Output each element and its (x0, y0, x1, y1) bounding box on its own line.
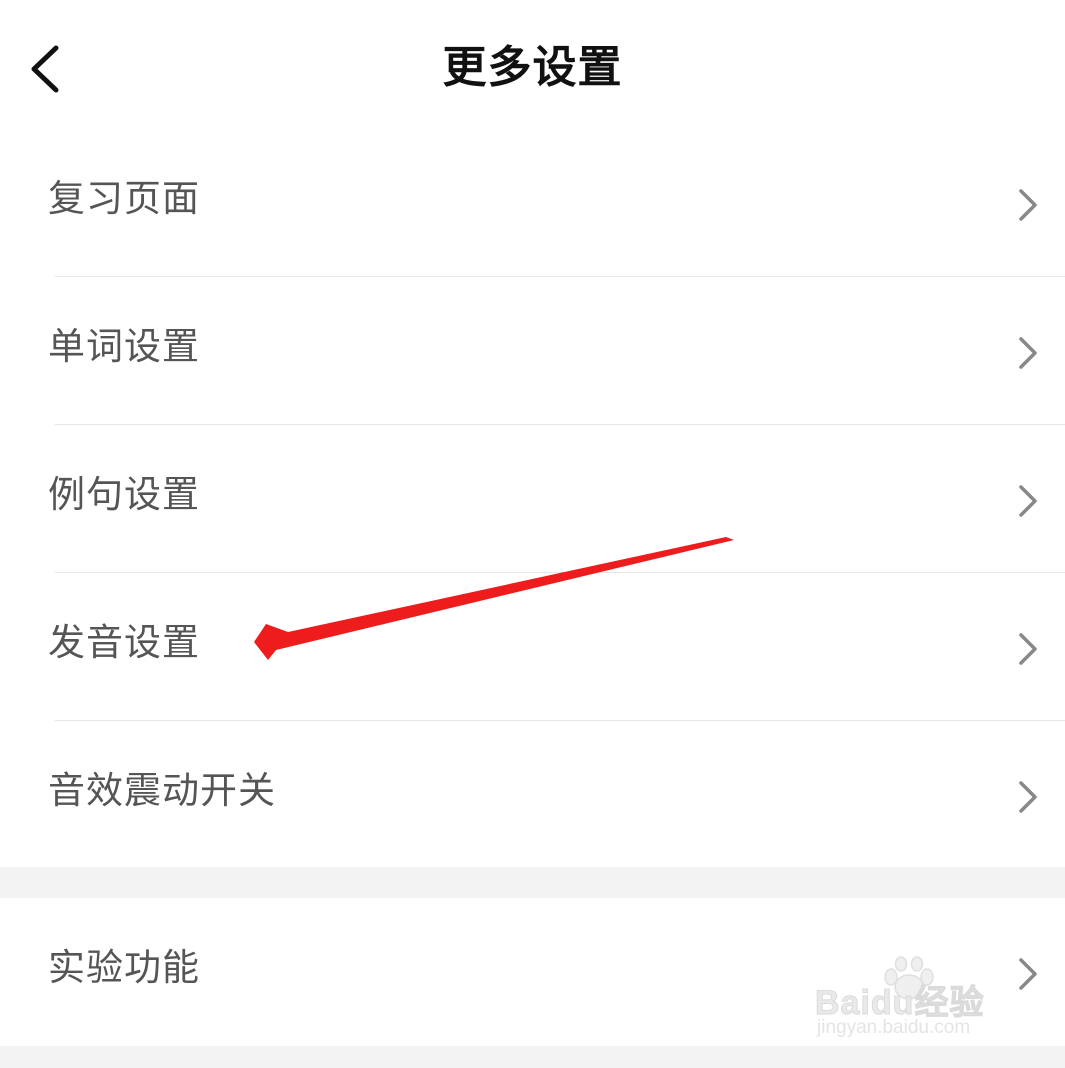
settings-group-experimental: 实验功能 (0, 898, 1065, 1046)
settings-item-label: 例句设置 (48, 473, 200, 516)
chevron-right-icon (1019, 781, 1037, 813)
settings-item-sound-vibration-toggle[interactable]: 音效震动开关 (0, 721, 1065, 869)
chevron-right-icon (1019, 958, 1037, 990)
settings-item-word-settings[interactable]: 单词设置 (0, 277, 1065, 425)
settings-item-label: 发音设置 (48, 621, 200, 664)
settings-item-label: 复习页面 (48, 177, 200, 220)
bottom-gap (0, 1046, 1065, 1068)
chevron-right-icon (1019, 337, 1037, 369)
settings-item-example-sentence-settings[interactable]: 例句设置 (0, 425, 1065, 573)
chevron-right-icon (1019, 633, 1037, 665)
page-title: 更多设置 (442, 42, 623, 93)
settings-group-main: 复习页面 单词设置 例句设置 发音设置 音效震动开关 (0, 129, 1065, 867)
settings-item-pronunciation-settings[interactable]: 发音设置 (0, 573, 1065, 721)
settings-item-experimental-features[interactable]: 实验功能 (0, 898, 1065, 1046)
top-bar: 更多设置 (0, 0, 1065, 135)
chevron-right-icon (1019, 189, 1037, 221)
settings-item-review-page[interactable]: 复习页面 (0, 129, 1065, 277)
more-settings-screen: 更多设置 复习页面 单词设置 例句设置 发音设置 音效震动开关 实验功能 Bai… (0, 0, 1065, 1068)
chevron-right-icon (1019, 485, 1037, 517)
settings-item-label: 音效震动开关 (48, 769, 276, 812)
settings-item-label: 实验功能 (48, 946, 200, 989)
settings-item-label: 单词设置 (48, 325, 200, 368)
section-gap (0, 867, 1065, 898)
